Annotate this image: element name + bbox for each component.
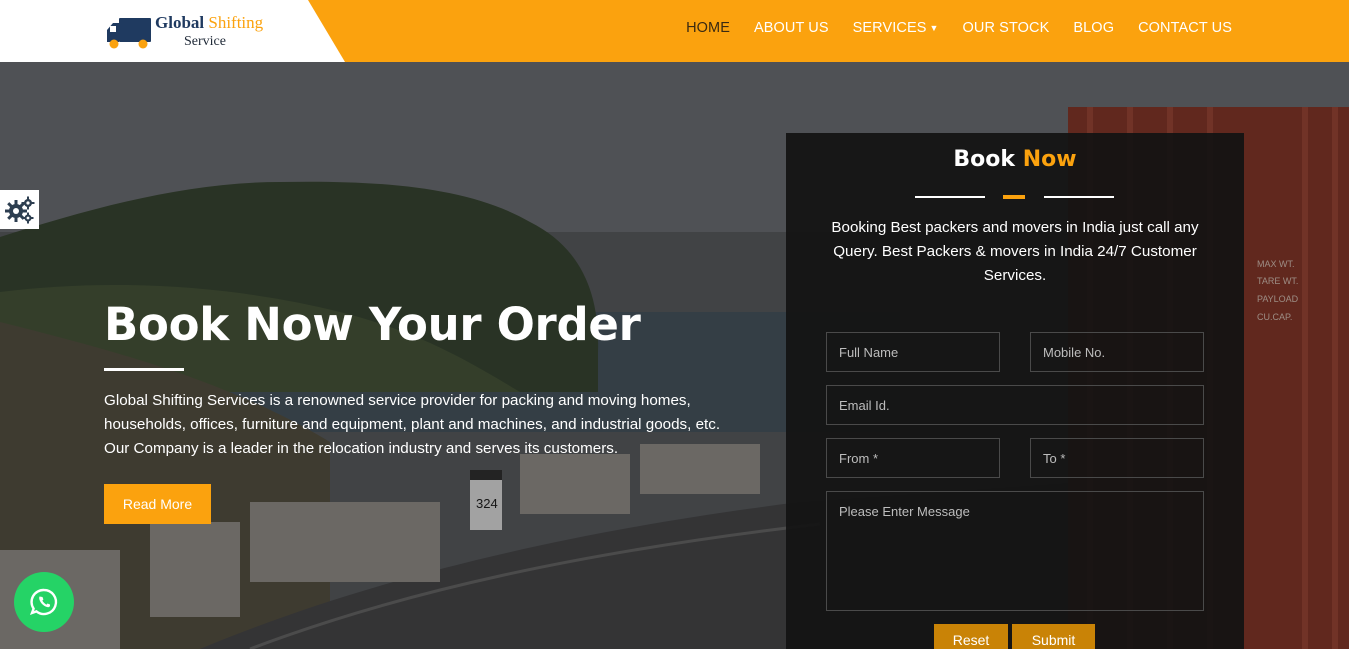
settings-toggle[interactable] (0, 190, 39, 229)
full-name-field[interactable] (826, 332, 1000, 372)
from-field[interactable] (826, 438, 1000, 478)
nav-blog[interactable]: BLOG (1073, 20, 1114, 36)
title-divider-left (915, 196, 985, 198)
booking-title-accent: Now (1022, 147, 1077, 172)
logo-area[interactable]: Global Shifting Service (0, 0, 345, 62)
nav-about-us[interactable]: ABOUT US (754, 20, 829, 36)
truck-logo-icon (107, 18, 151, 49)
read-more-button[interactable]: Read More (104, 484, 211, 524)
booking-title-main: Book (953, 147, 1016, 172)
booking-title: Book Now (786, 147, 1244, 172)
reset-button[interactable]: Reset (934, 624, 1008, 649)
message-field[interactable] (826, 491, 1204, 611)
site-header: Global Shifting Service HOME ABOUT US SE… (0, 0, 1349, 62)
main-nav: HOME ABOUT US SERVICES ▼ OUR STOCK BLOG C… (686, 0, 1232, 55)
nav-services-label: SERVICES (852, 19, 927, 36)
submit-button[interactable]: Submit (1012, 624, 1095, 649)
booking-description: Booking Best packers and movers in India… (831, 219, 1199, 284)
to-field[interactable] (1030, 438, 1204, 478)
hero-title: Book Now Your Order (104, 298, 641, 351)
logo-word-global: Global (155, 13, 205, 32)
nav-our-stock[interactable]: OUR STOCK (963, 20, 1050, 36)
hero-description: Global Shifting Services is a renowned s… (104, 392, 721, 457)
nav-contact-us[interactable]: CONTACT US (1138, 20, 1232, 36)
logo-title: Global Shifting (155, 13, 263, 33)
whatsapp-button[interactable] (14, 572, 74, 632)
gear-icon (4, 196, 34, 223)
logo-word-shifting: Shifting (208, 13, 264, 32)
title-divider-right (1044, 196, 1114, 198)
email-field[interactable] (826, 385, 1204, 425)
nav-home[interactable]: HOME (686, 20, 730, 36)
title-divider-accent (1003, 195, 1025, 199)
logo-subtitle: Service (184, 34, 226, 49)
chevron-down-icon: ▼ (929, 22, 939, 33)
hero-title-underline (104, 368, 184, 371)
booking-panel: Book Now Booking Best packers and movers… (786, 133, 1244, 649)
mobile-field[interactable] (1030, 332, 1204, 372)
whatsapp-icon (29, 588, 58, 616)
nav-services[interactable]: SERVICES ▼ (853, 20, 939, 36)
